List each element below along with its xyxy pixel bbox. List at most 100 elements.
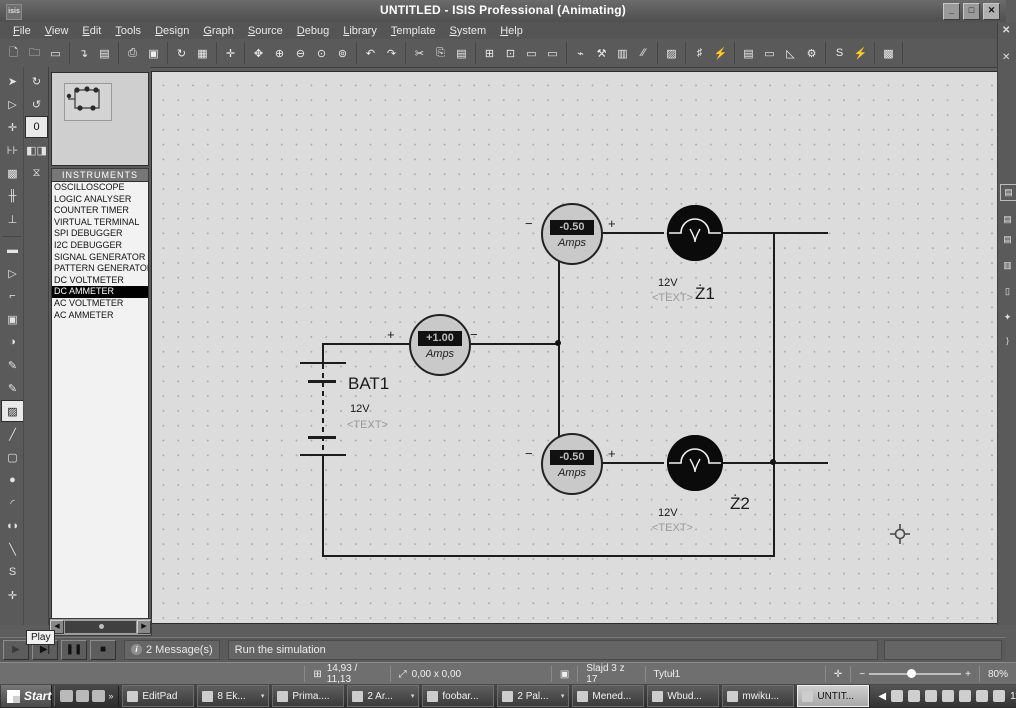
grid-toggle-icon[interactable]: ▦ — [193, 43, 212, 64]
messages-indicator[interactable]: i 2 Message(s) — [124, 639, 220, 660]
instrument-item-virtual-terminal[interactable]: VIRTUAL TERMINAL — [52, 217, 148, 229]
instruments-list[interactable]: OSCILLOSCOPE LOGIC ANALYSER COUNTER TIMER V… — [51, 181, 149, 619]
menu-item-graph[interactable]: Graph — [196, 24, 241, 38]
minimize-button[interactable]: _ — [943, 3, 960, 20]
taskbar-task[interactable]: 2 Pal... ▾ — [497, 685, 570, 707]
instrument-item-dc-ammeter[interactable]: DC AMMETER — [52, 286, 148, 298]
menu-item-design[interactable]: Design — [148, 24, 196, 38]
taskbar-task[interactable]: Wbud... — [647, 685, 720, 707]
main-ammeter[interactable]: +1.00 Amps — [409, 314, 471, 376]
subcircuit-icon[interactable]: ⊥ — [1, 208, 24, 230]
text-tool-icon[interactable]: ╲ — [1, 538, 24, 560]
top-branch-lamp[interactable] — [667, 205, 723, 261]
update-icon[interactable] — [959, 690, 972, 702]
bottom-scroll-thumb[interactable] — [65, 621, 136, 633]
decompose-icon[interactable]: ⁄⁄ — [634, 43, 653, 64]
close-document-icon[interactable]: ✕ — [1002, 25, 1010, 36]
rotation-value-field[interactable]: 0 — [25, 116, 48, 138]
menu-item-tools[interactable]: Tools — [108, 24, 148, 38]
menu-item-template[interactable]: Template — [384, 24, 443, 38]
zoom-slider[interactable]: − + — [850, 666, 979, 682]
zoom-out-icon[interactable]: ⊖ — [291, 43, 310, 64]
cut-icon[interactable]: ✂ — [410, 43, 429, 64]
new-file-icon[interactable]: 🗋 — [4, 43, 23, 64]
taskbar-group-arrow-icon[interactable]: ▾ — [561, 692, 565, 700]
rotate-anticlockwise-icon[interactable]: ↺ — [25, 93, 48, 115]
object-selector-bottom-scroll[interactable]: ◀ ▶ — [49, 618, 152, 636]
zoom-knob[interactable] — [907, 669, 917, 678]
packaging-tool-icon[interactable]: ▥ — [613, 43, 632, 64]
taskbar-task[interactable]: 2 Ar... ▾ — [347, 685, 420, 707]
right-tool-four-icon[interactable]: ▥ — [1000, 258, 1015, 273]
spice-run-icon[interactable]: ⚡ — [851, 43, 870, 64]
close-panel-icon[interactable]: ✕ — [1002, 52, 1010, 63]
right-tool-seven-icon[interactable]: ⟩ — [1000, 334, 1015, 349]
mirror-vertical-icon[interactable]: ⧖ — [25, 162, 48, 184]
right-tool-one-icon[interactable]: ▤ — [1000, 184, 1016, 201]
maximize-button[interactable]: □ — [963, 3, 980, 20]
instrument-item-ac-ammeter[interactable]: AC AMMETER — [52, 310, 148, 322]
component-mode-icon[interactable]: ▷ — [1, 93, 24, 115]
rotate-clockwise-icon[interactable]: ↻ — [25, 70, 48, 92]
marker-tool-icon[interactable]: ✛ — [1, 584, 24, 606]
import-icon[interactable]: ↴ — [74, 43, 93, 64]
bottom-branch-lamp[interactable] — [667, 435, 723, 491]
menu-item-debug[interactable]: Debug — [290, 24, 336, 38]
block-copy-icon[interactable]: ⊞ — [480, 43, 499, 64]
menu-item-system[interactable]: System — [443, 24, 494, 38]
menu-item-source[interactable]: Source — [241, 24, 290, 38]
virtual-instruments-icon[interactable]: ▨ — [1, 400, 24, 422]
instrument-item-counter-timer[interactable]: COUNTER TIMER — [52, 205, 148, 217]
security-icon[interactable] — [942, 690, 955, 702]
indicator-cell[interactable]: ▣ — [550, 666, 577, 682]
pause-button[interactable]: ❚❚ — [61, 639, 87, 660]
taskbar-group-arrow-icon[interactable]: ▾ — [411, 692, 415, 700]
design-explorer-icon[interactable]: ⚙ — [802, 43, 821, 64]
arc-tool-icon[interactable]: ◜ — [1, 492, 24, 514]
block-move-icon[interactable]: ⊡ — [501, 43, 520, 64]
bill-of-materials-icon[interactable]: ▤ — [739, 43, 758, 64]
print-area-icon[interactable]: ▣ — [144, 43, 163, 64]
volume-icon[interactable] — [925, 690, 938, 702]
report-icon[interactable]: ▭ — [760, 43, 779, 64]
stop-button[interactable]: ■ — [90, 639, 116, 660]
zoom-in-icon[interactable]: ⊕ — [270, 43, 289, 64]
device-pins-icon[interactable]: ▷ — [1, 262, 24, 284]
taskbar-task[interactable]: UNTIT... — [797, 685, 870, 707]
taskbar-task[interactable]: foobar... — [422, 685, 495, 707]
path-tool-icon[interactable]: ◖◗ — [1, 515, 24, 537]
bus-mode-icon[interactable]: ╫ — [1, 185, 24, 207]
taskbar-task[interactable]: 8 Ek... ▾ — [197, 685, 270, 707]
quicklaunch-expand-icon[interactable]: » — [108, 691, 113, 701]
netlist-icon[interactable]: ▨ — [662, 43, 681, 64]
electrical-rules-icon[interactable]: ♯ — [690, 43, 709, 64]
quicklaunch-media-icon[interactable] — [76, 690, 90, 702]
generator-mode-icon[interactable]: ◑ — [1, 331, 24, 353]
network-icon[interactable] — [908, 690, 921, 702]
save-icon[interactable]: ▭ — [46, 43, 65, 64]
3d-view-icon[interactable]: ◺ — [781, 43, 800, 64]
selection-mode-icon[interactable]: ➤ — [1, 70, 24, 92]
ares-transfer-icon[interactable]: ⚡ — [711, 43, 730, 64]
origin-icon[interactable]: ✛ — [221, 43, 240, 64]
schematic-canvas[interactable]: BAT1 12V <TEXT> +1.00 Amps + − -0.50 Amp… — [151, 71, 999, 624]
graph-mode-icon[interactable]: ⌐ — [1, 285, 24, 307]
connection-icon[interactable] — [976, 690, 989, 702]
quicklaunch-desktop-icon[interactable] — [92, 690, 106, 702]
ares-icon[interactable]: ▩ — [879, 43, 898, 64]
clock-icon[interactable] — [993, 690, 1006, 702]
make-device-icon[interactable]: ⚒ — [592, 43, 611, 64]
menu-item-view[interactable]: View — [38, 24, 76, 38]
tape-recorder-icon[interactable]: ▣ — [1, 308, 24, 330]
menu-item-edit[interactable]: Edit — [75, 24, 108, 38]
bottom-branch-ammeter[interactable]: -0.50 Amps — [541, 433, 603, 495]
zoom-all-icon[interactable]: ⊙ — [312, 43, 331, 64]
preview-thumbnail[interactable] — [51, 72, 149, 166]
refresh-icon[interactable]: ↻ — [172, 43, 191, 64]
pan-icon[interactable]: ✥ — [249, 43, 268, 64]
taskbar-group-arrow-icon[interactable]: ▾ — [261, 692, 265, 700]
wire-label-icon[interactable]: ⊦⊦ — [1, 139, 24, 161]
zoom-in-button[interactable]: + — [965, 669, 971, 680]
text-script-icon[interactable]: ▩ — [1, 162, 24, 184]
quicklaunch-ie-icon[interactable] — [60, 690, 74, 702]
